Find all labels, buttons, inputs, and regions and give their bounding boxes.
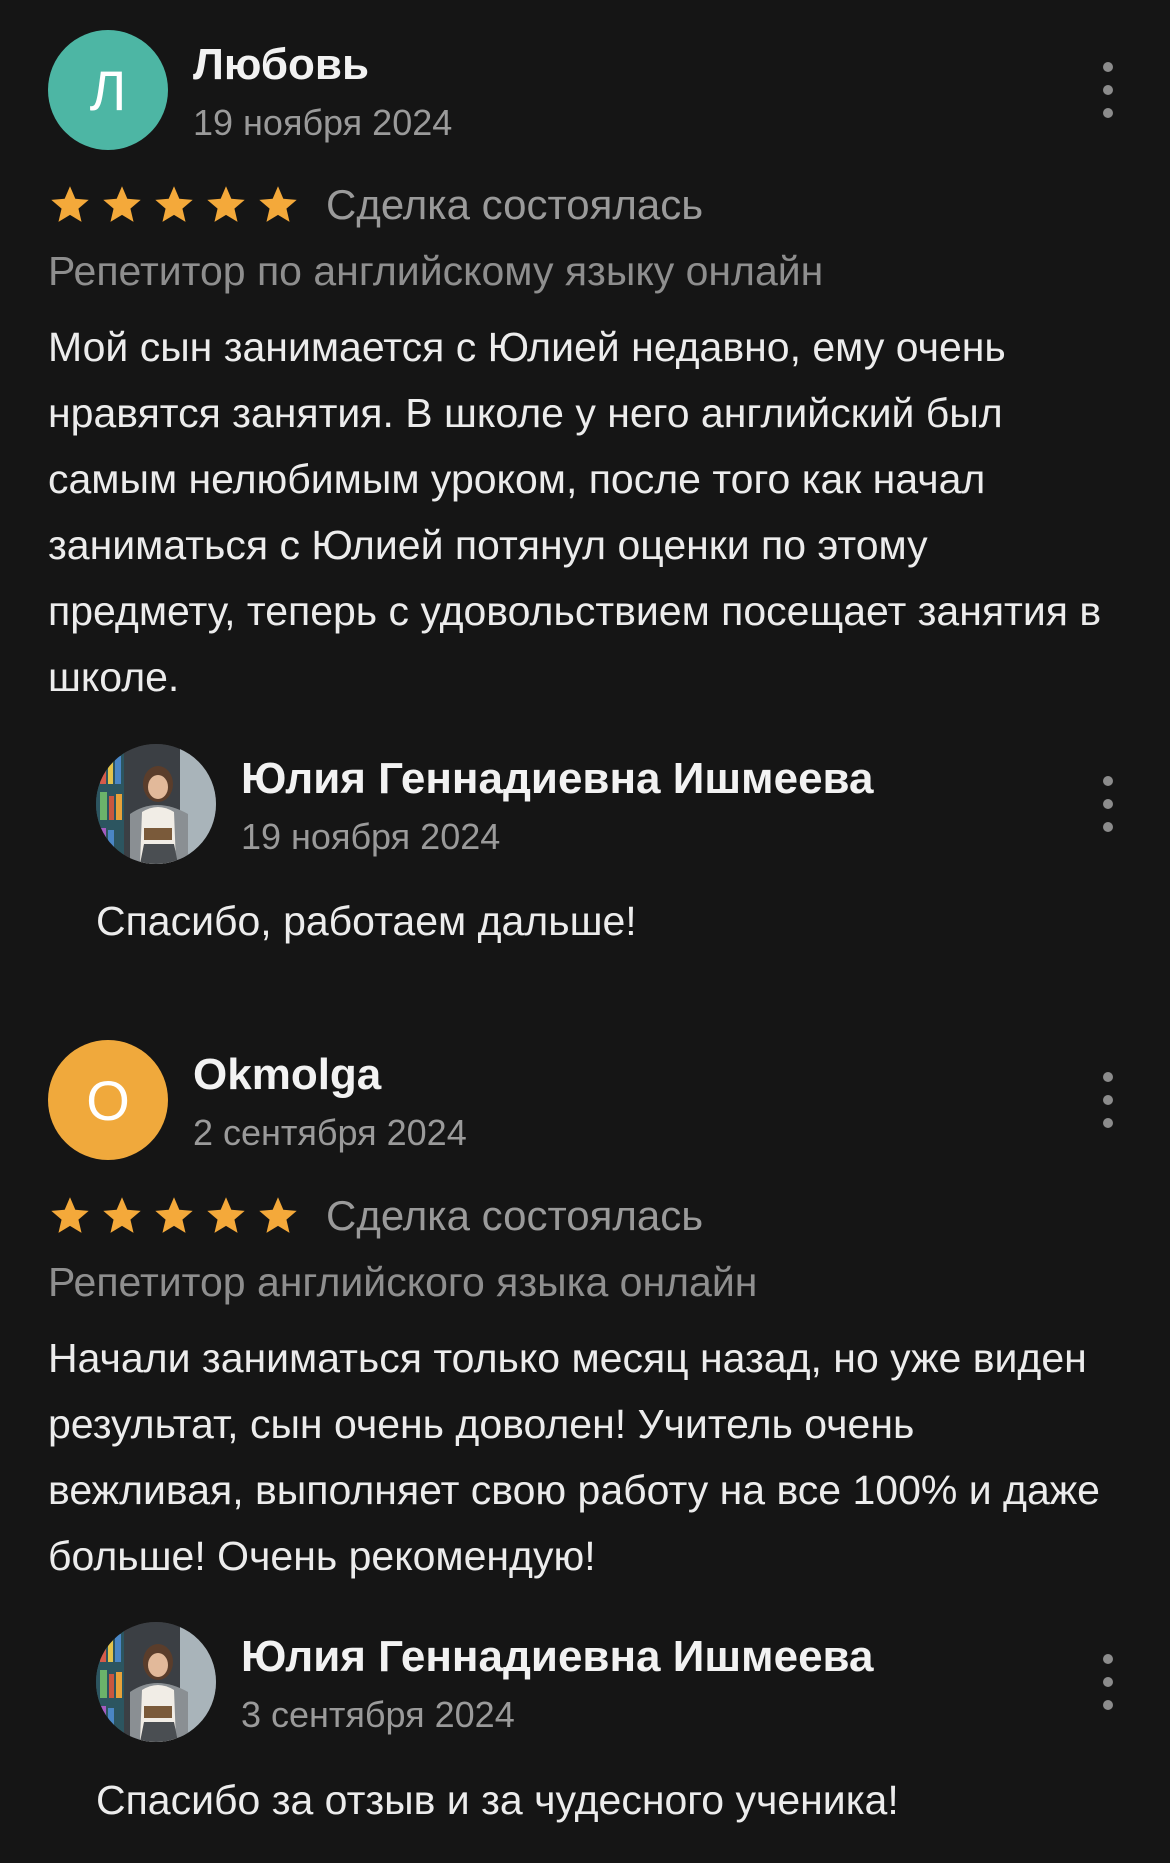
star-icon [259, 1197, 297, 1233]
more-options-button[interactable] [1088, 776, 1128, 832]
rating-row: Сделка состоялась [48, 1188, 703, 1244]
more-options-button[interactable] [1088, 62, 1128, 118]
star-rating [48, 1194, 300, 1238]
rating-row: Сделка состоялась [48, 177, 703, 233]
reply-header: Юлия Геннадиевна Ишмеева 3 сентября 2024 [96, 1622, 1128, 1742]
tutor-photo-icon [96, 744, 216, 864]
dot-icon [1103, 1654, 1113, 1664]
reply-text: Спасибо за отзыв и за чудесного ученика! [96, 1777, 899, 1823]
reply-header: Юлия Геннадиевна Ишмеева 19 ноября 2024 [96, 744, 1128, 864]
reply-date: 3 сентября 2024 [241, 1694, 515, 1735]
avatar-letter: Л [89, 58, 127, 122]
star-icon [51, 1197, 89, 1233]
tutor-photo-icon [96, 1622, 216, 1742]
review-date: 19 ноября 2024 [193, 102, 453, 143]
dot-icon [1103, 85, 1113, 95]
review-date: 2 сентября 2024 [193, 1112, 467, 1153]
star-icon [207, 1197, 245, 1233]
star-icon [155, 1197, 193, 1233]
dot-icon [1103, 1118, 1113, 1128]
review-header: Л Любовь 19 ноября 2024 [48, 30, 1128, 150]
service-title[interactable]: Репетитор английского языка онлайн [48, 1259, 757, 1306]
more-options-button[interactable] [1088, 1072, 1128, 1128]
dot-icon [1103, 1700, 1113, 1710]
deal-status: Сделка состоялась [326, 1192, 704, 1239]
reply-author-name[interactable]: Юлия Геннадиевна Ишмеева [241, 1632, 873, 1682]
star-icon [51, 186, 89, 222]
avatar[interactable] [96, 1622, 216, 1742]
deal-status: Сделка состоялась [326, 181, 704, 228]
author-name[interactable]: Okmolga [193, 1050, 381, 1100]
avatar[interactable] [96, 744, 216, 864]
service-title[interactable]: Репетитор по английскому языку онлайн [48, 248, 823, 295]
star-rating [48, 183, 300, 227]
star-icon [103, 186, 141, 222]
dot-icon [1103, 62, 1113, 72]
star-icon [103, 1197, 141, 1233]
reply-date: 19 ноября 2024 [241, 816, 501, 857]
review-header: O Okmolga 2 сентября 2024 [48, 1040, 1128, 1160]
dot-icon [1103, 1677, 1113, 1687]
dot-icon [1103, 108, 1113, 118]
reply-text: Спасибо, работаем дальше! [96, 898, 637, 944]
dot-icon [1103, 822, 1113, 832]
star-icon [207, 186, 245, 222]
dot-icon [1103, 799, 1113, 809]
reply-author-name[interactable]: Юлия Геннадиевна Ишмеева [241, 754, 873, 804]
avatar[interactable]: Л [48, 30, 168, 150]
avatar[interactable]: O [48, 1040, 168, 1160]
dot-icon [1103, 776, 1113, 786]
review-text: Мой сын занимается с Юлией недавно, ему … [48, 324, 1102, 700]
avatar-letter: O [86, 1068, 130, 1132]
author-name[interactable]: Любовь [193, 40, 369, 90]
star-icon [155, 186, 193, 222]
dot-icon [1103, 1095, 1113, 1105]
dot-icon [1103, 1072, 1113, 1082]
more-options-button[interactable] [1088, 1654, 1128, 1710]
review-text: Начали заниматься только месяц назад, но… [48, 1335, 1100, 1579]
star-icon [259, 186, 297, 222]
